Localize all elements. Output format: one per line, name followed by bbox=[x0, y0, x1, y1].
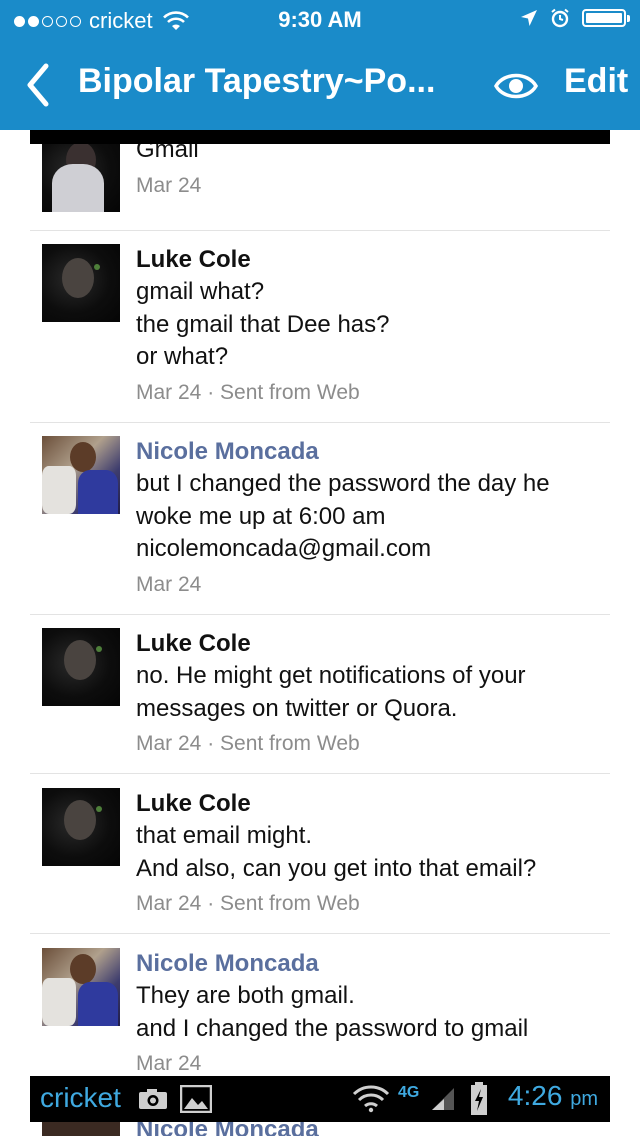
back-button[interactable] bbox=[18, 58, 58, 112]
status-right bbox=[520, 8, 630, 28]
message-line: the gmail that Dee has? bbox=[136, 310, 390, 338]
list-item[interactable]: Gmail Mar 24 bbox=[30, 144, 610, 232]
android-time-value: 4:26 bbox=[507, 1080, 563, 1111]
message-line: messages on twitter or Quora. bbox=[136, 694, 458, 722]
sender-name[interactable]: Luke Cole bbox=[136, 788, 606, 820]
sender-name[interactable]: Nicole Moncada bbox=[136, 436, 606, 468]
message-line: And also, can you get into that email? bbox=[136, 854, 537, 882]
divider bbox=[30, 614, 610, 615]
message-line: They are both gmail. bbox=[136, 982, 355, 1009]
message-line: or what? bbox=[136, 343, 229, 370]
android-time-ampm: pm bbox=[570, 1088, 598, 1110]
message-body: Luke Cole that email might. And also, ca… bbox=[136, 788, 606, 919]
message-line: woke me up at 6:00 am bbox=[136, 502, 386, 530]
sender-name[interactable]: Luke Cole bbox=[136, 244, 606, 276]
message-line: but I changed the password the day he bbox=[136, 470, 550, 497]
location-arrow-icon bbox=[521, 10, 537, 26]
avatar[interactable] bbox=[42, 788, 120, 866]
avatar[interactable] bbox=[42, 948, 120, 1026]
ios-header: cricket 9:30 AM Bipolar Tapestry~Po... E… bbox=[0, 0, 640, 130]
avatar[interactable] bbox=[42, 244, 120, 322]
message-line[interactable]: nicolemoncada@gmail.com bbox=[136, 533, 606, 566]
message-meta: Mar 24 · Sent from Web bbox=[136, 892, 360, 915]
eye-icon[interactable] bbox=[494, 68, 538, 104]
avatar[interactable] bbox=[42, 144, 120, 212]
message-line: gmail what? bbox=[136, 278, 265, 305]
alarm-icon bbox=[551, 8, 569, 28]
status-bar: cricket 9:30 AM bbox=[0, 0, 640, 40]
message-meta: Mar 24 · Sent from Web bbox=[136, 732, 360, 755]
avatar[interactable] bbox=[42, 436, 120, 514]
signal-icon bbox=[432, 1088, 454, 1110]
screen: cricket 9:30 AM Bipolar Tapestry~Po... E… bbox=[0, 0, 640, 1136]
battery-icon bbox=[582, 9, 630, 27]
message-body: Luke Cole gmail what? the gmail that Dee… bbox=[136, 244, 606, 408]
battery-charging-icon bbox=[471, 1082, 487, 1115]
message-line: and I changed the password to gmail bbox=[136, 1014, 529, 1042]
sender-name[interactable]: Nicole Moncada bbox=[136, 948, 606, 980]
message-body: Gmail Mar 24 bbox=[136, 144, 606, 201]
message-meta: Mar 24 bbox=[136, 572, 202, 596]
network-type: 4G bbox=[398, 1084, 420, 1101]
message-meta: Mar 24 · Sent from Web bbox=[136, 380, 360, 404]
avatar bbox=[42, 1122, 120, 1136]
message-line: no. He might get notifications of your bbox=[136, 662, 526, 689]
message-meta: Mar 24 bbox=[136, 1052, 202, 1075]
message-body: Nicole Moncada They are both gmail. and … bbox=[136, 948, 606, 1076]
divider bbox=[30, 933, 610, 934]
nav-bar: Bipolar Tapestry~Po... Edit bbox=[0, 40, 640, 130]
message-line: that email might. bbox=[136, 822, 313, 849]
message-body: Luke Cole no. He might get notifications… bbox=[136, 628, 606, 759]
sender-name: Nicole Moncada bbox=[136, 1122, 319, 1136]
android-time: 4:26 pm bbox=[508, 1080, 598, 1112]
wifi-icon bbox=[352, 1085, 390, 1113]
screenshot-status-strip bbox=[30, 130, 610, 144]
edit-button[interactable]: Edit bbox=[564, 62, 628, 101]
next-message-peek: Nicole Moncada bbox=[30, 1122, 610, 1136]
camera-icon bbox=[139, 1089, 167, 1109]
message-line: Gmail bbox=[136, 144, 199, 163]
divider bbox=[30, 230, 610, 231]
divider bbox=[30, 422, 610, 423]
nav-title: Bipolar Tapestry~Po... bbox=[78, 62, 436, 100]
message-meta: Mar 24 bbox=[136, 173, 202, 197]
sender-name[interactable]: Luke Cole bbox=[136, 628, 606, 660]
android-carrier: cricket bbox=[40, 1082, 121, 1113]
avatar[interactable] bbox=[42, 628, 120, 706]
message-list[interactable]: Gmail Mar 24 Luke Cole gmail what? the g… bbox=[30, 144, 610, 1076]
divider bbox=[30, 773, 610, 774]
message-body: Nicole Moncada but I changed the passwor… bbox=[136, 436, 606, 600]
gallery-icon bbox=[180, 1085, 212, 1113]
android-status-bar: cricket 4G 4:26 pm bbox=[30, 1076, 610, 1122]
